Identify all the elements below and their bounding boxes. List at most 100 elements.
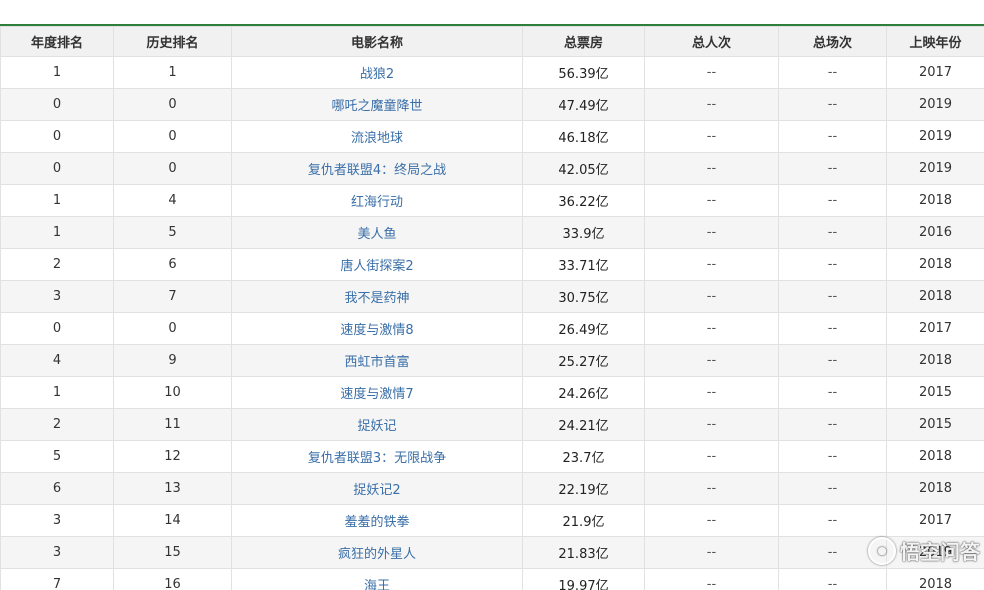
cell-release-year: 2016 <box>886 216 984 249</box>
cell-history-rank: 12 <box>113 440 232 473</box>
cell-release-year: 2015 <box>886 376 984 409</box>
cell-movie-title: 疯狂的外星人 <box>231 536 523 569</box>
cell-movie-title: 捉妖记 <box>231 408 523 441</box>
cell-admissions: -- <box>644 344 779 377</box>
cell-admissions: -- <box>644 248 779 281</box>
cell-year-rank: 2 <box>0 408 114 441</box>
cell-year-rank: 1 <box>0 216 114 249</box>
cell-screenings: -- <box>778 280 887 313</box>
cell-history-rank: 7 <box>113 280 232 313</box>
cell-movie-title: 唐人街探案2 <box>231 248 523 281</box>
movie-title-link[interactable]: 复仇者联盟4：终局之战 <box>308 163 446 178</box>
movie-title-link[interactable]: 美人鱼 <box>357 227 396 242</box>
cell-admissions: -- <box>644 184 779 217</box>
cell-screenings: -- <box>778 120 887 153</box>
cell-history-rank: 10 <box>113 376 232 409</box>
cell-total-gross: 33.9亿 <box>522 216 645 249</box>
cell-screenings: -- <box>778 440 887 473</box>
movie-title-link[interactable]: 复仇者联盟3：无限战争 <box>308 451 446 466</box>
movie-title-link[interactable]: 速度与激情7 <box>340 387 413 402</box>
cell-history-rank: 14 <box>113 504 232 537</box>
cell-admissions: -- <box>644 312 779 345</box>
cell-admissions: -- <box>644 280 779 313</box>
cell-release-year: 2019 <box>886 88 984 121</box>
cell-history-rank: 16 <box>113 568 232 590</box>
cell-year-rank: 1 <box>0 376 114 409</box>
cell-screenings: -- <box>778 472 887 505</box>
cell-total-gross: 56.39亿 <box>522 56 645 89</box>
movie-title-link[interactable]: 西虹市首富 <box>344 355 409 370</box>
header-admissions[interactable]: 总人次 <box>644 26 779 57</box>
header-screenings[interactable]: 总场次 <box>778 26 887 57</box>
cell-movie-title: 流浪地球 <box>231 120 523 153</box>
table-row: 7 16 海王 19.97亿 -- -- 2018 <box>0 568 984 590</box>
table-row: 3 14 羞羞的铁拳 21.9亿 -- -- 2017 <box>0 504 984 537</box>
cell-release-year: 2018 <box>886 472 984 505</box>
movie-title-link[interactable]: 红海行动 <box>351 195 403 210</box>
movie-title-link[interactable]: 捉妖记 <box>357 419 396 434</box>
watermark-text: 悟空问答 <box>900 540 980 564</box>
cell-total-gross: 36.22亿 <box>522 184 645 217</box>
cell-total-gross: 47.49亿 <box>522 88 645 121</box>
movie-title-link[interactable]: 我不是药神 <box>344 291 409 306</box>
cell-history-rank: 0 <box>113 88 232 121</box>
header-history-rank[interactable]: 历史排名 <box>113 26 232 57</box>
cell-admissions: -- <box>644 568 779 590</box>
cell-movie-title: 速度与激情8 <box>231 312 523 345</box>
table-row: 1 1 战狼2 56.39亿 -- -- 2017 <box>0 56 984 89</box>
cell-total-gross: 21.83亿 <box>522 536 645 569</box>
movie-title-link[interactable]: 疯狂的外星人 <box>338 547 416 562</box>
cell-year-rank: 6 <box>0 472 114 505</box>
movie-title-link[interactable]: 羞羞的铁拳 <box>344 515 409 530</box>
cell-year-rank: 2 <box>0 248 114 281</box>
movie-title-link[interactable]: 唐人街探案2 <box>340 259 413 274</box>
cell-release-year: 2018 <box>886 440 984 473</box>
table-row: 1 5 美人鱼 33.9亿 -- -- 2016 <box>0 216 984 249</box>
table-row: 6 13 捉妖记2 22.19亿 -- -- 2018 <box>0 472 984 505</box>
movie-title-link[interactable]: 速度与激情8 <box>340 323 413 338</box>
cell-movie-title: 羞羞的铁拳 <box>231 504 523 537</box>
cell-total-gross: 19.97亿 <box>522 568 645 590</box>
cell-movie-title: 红海行动 <box>231 184 523 217</box>
header-total-gross[interactable]: 总票房 <box>522 26 645 57</box>
cell-release-year: 2015 <box>886 408 984 441</box>
cell-total-gross: 46.18亿 <box>522 120 645 153</box>
cell-history-rank: 5 <box>113 216 232 249</box>
cell-movie-title: 哪吒之魔童降世 <box>231 88 523 121</box>
cell-admissions: -- <box>644 536 779 569</box>
cell-history-rank: 0 <box>113 312 232 345</box>
cell-total-gross: 22.19亿 <box>522 472 645 505</box>
cell-history-rank: 15 <box>113 536 232 569</box>
cell-history-rank: 9 <box>113 344 232 377</box>
cell-admissions: -- <box>644 440 779 473</box>
table-row: 0 0 哪吒之魔童降世 47.49亿 -- -- 2019 <box>0 88 984 121</box>
cell-total-gross: 25.27亿 <box>522 344 645 377</box>
movie-title-link[interactable]: 捉妖记2 <box>353 483 400 498</box>
movie-title-link[interactable]: 哪吒之魔童降世 <box>331 99 422 114</box>
table-row: 4 9 西虹市首富 25.27亿 -- -- 2018 <box>0 344 984 377</box>
cell-year-rank: 3 <box>0 504 114 537</box>
movie-title-link[interactable]: 战狼2 <box>360 67 394 82</box>
cell-total-gross: 26.49亿 <box>522 312 645 345</box>
cell-year-rank: 4 <box>0 344 114 377</box>
table-header-row: 年度排名 历史排名 电影名称 总票房 总人次 总场次 上映年份 <box>0 26 984 57</box>
cell-year-rank: 1 <box>0 56 114 89</box>
cell-history-rank: 13 <box>113 472 232 505</box>
cell-release-year: 2018 <box>886 184 984 217</box>
watermark: ● 悟空问答 <box>868 536 980 565</box>
cell-release-year: 2017 <box>886 312 984 345</box>
header-year-rank[interactable]: 年度排名 <box>0 26 114 57</box>
movie-title-link[interactable]: 海王 <box>364 579 390 590</box>
movie-title-link[interactable]: 流浪地球 <box>351 131 403 146</box>
header-movie-title[interactable]: 电影名称 <box>231 26 523 57</box>
cell-history-rank: 1 <box>113 56 232 89</box>
cell-screenings: -- <box>778 568 887 590</box>
cell-total-gross: 24.21亿 <box>522 408 645 441</box>
cell-release-year: 2018 <box>886 344 984 377</box>
cell-total-gross: 21.9亿 <box>522 504 645 537</box>
cell-screenings: -- <box>778 408 887 441</box>
cell-admissions: -- <box>644 408 779 441</box>
header-release-year[interactable]: 上映年份 <box>886 26 984 57</box>
table-row: 2 6 唐人街探案2 33.71亿 -- -- 2018 <box>0 248 984 281</box>
cell-movie-title: 美人鱼 <box>231 216 523 249</box>
